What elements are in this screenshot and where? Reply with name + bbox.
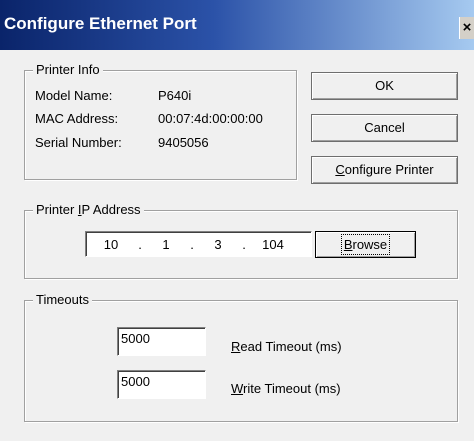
- timeouts-group: Timeouts 5000 Read Timeout (ms) 5000 Wri…: [24, 292, 458, 422]
- cancel-button[interactable]: Cancel: [311, 114, 458, 142]
- cancel-button-label: Cancel: [364, 120, 405, 135]
- mac-address-value: 00:07:4d:00:00:00: [158, 111, 263, 126]
- ip-octet-2: 1: [162, 236, 170, 252]
- ip-octet-3: 3: [214, 236, 222, 252]
- timeouts-legend: Timeouts: [33, 292, 92, 307]
- printer-info-group: Printer Info Model Name: P640i MAC Addre…: [24, 62, 297, 180]
- ip-address-group: Printer IP Address 10 . 1 . 3 . 104 Brow…: [24, 202, 458, 279]
- read-timeout-input[interactable]: 5000: [117, 327, 206, 356]
- close-icon: ×: [462, 19, 472, 36]
- mac-address-label: MAC Address:: [35, 111, 119, 126]
- ok-button[interactable]: OK: [311, 72, 458, 100]
- ip-address-legend: Printer IP Address: [33, 202, 144, 217]
- read-timeout-label: Read Timeout (ms): [231, 339, 342, 354]
- read-timeout-value: 5000: [121, 331, 150, 346]
- serial-number-label: Serial Number:: [35, 135, 122, 150]
- model-name-value: P640i: [158, 88, 192, 103]
- ok-button-label: OK: [375, 78, 394, 93]
- write-timeout-value: 5000: [121, 374, 150, 389]
- ip-separator: .: [242, 236, 246, 252]
- window-title: Configure Ethernet Port: [4, 14, 197, 33]
- write-timeout-input[interactable]: 5000: [117, 370, 206, 399]
- configure-printer-button[interactable]: Configure Printer: [311, 156, 458, 184]
- model-name-label: Model Name:: [35, 88, 113, 103]
- ip-separator: .: [190, 236, 194, 252]
- ip-octet-4: 104: [262, 236, 284, 252]
- title-bar: Configure Ethernet Port ×: [0, 0, 474, 50]
- ip-octet-1: 10: [103, 236, 119, 252]
- close-button[interactable]: ×: [459, 17, 474, 39]
- printer-info-legend: Printer Info: [33, 62, 103, 77]
- serial-number-value: 9405056: [158, 135, 209, 150]
- dialog-body: Printer Info Model Name: P640i MAC Addre…: [0, 50, 474, 441]
- ip-address-input[interactable]: 10 . 1 . 3 . 104: [85, 231, 312, 257]
- ip-separator: .: [138, 236, 142, 252]
- browse-button[interactable]: Browse: [315, 231, 416, 258]
- browse-button-label: Browse: [340, 234, 391, 255]
- write-timeout-label: Write Timeout (ms): [231, 381, 341, 396]
- configure-printer-label: Configure Printer: [335, 162, 434, 177]
